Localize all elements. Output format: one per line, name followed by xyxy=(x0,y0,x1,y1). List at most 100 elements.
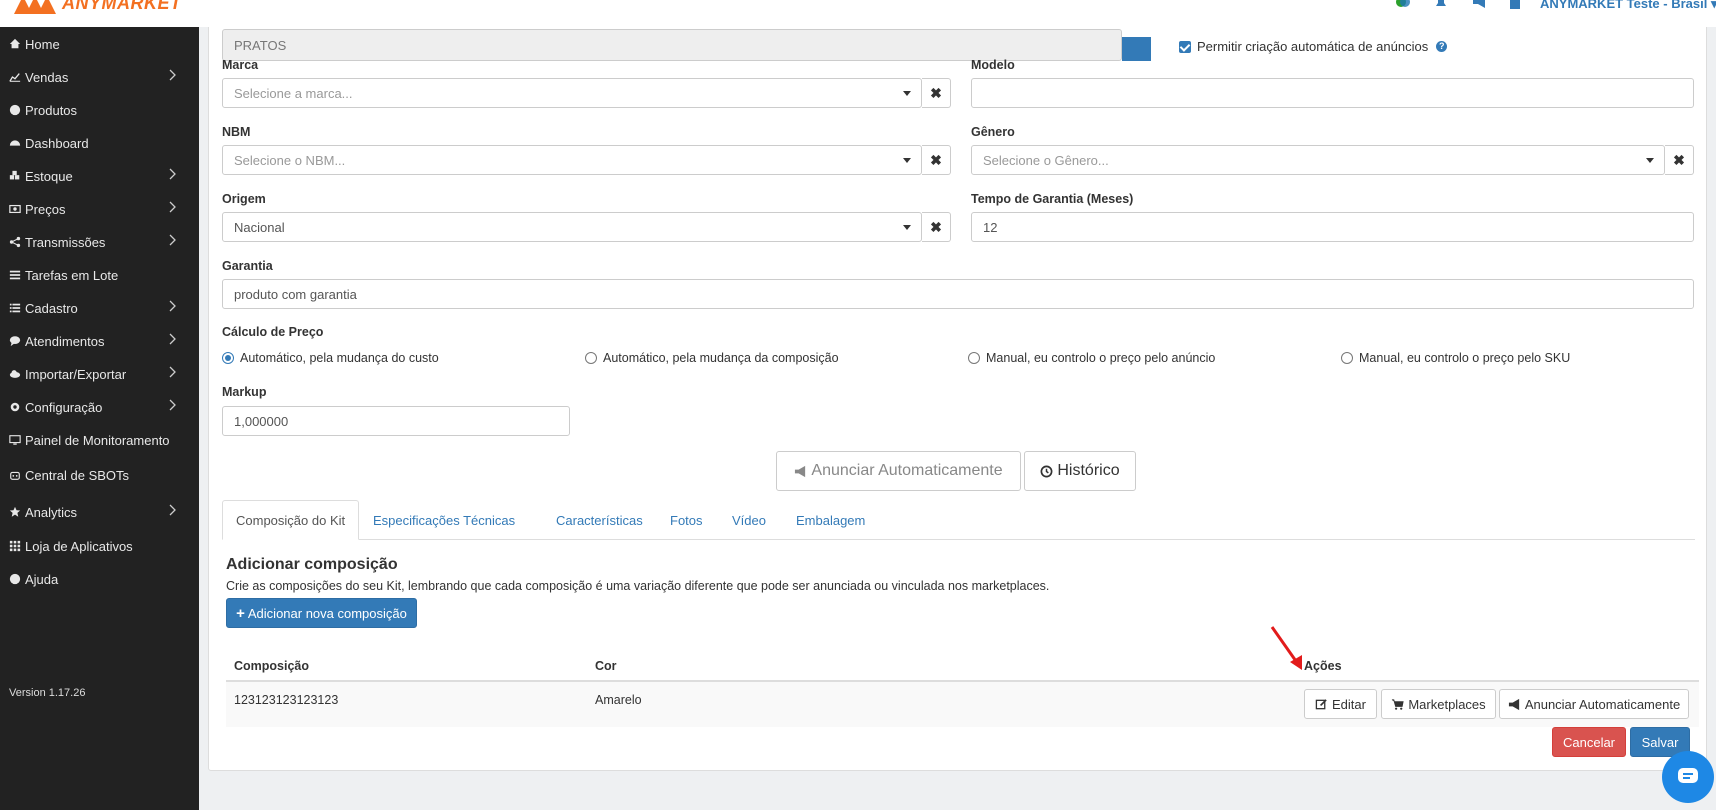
composicao-title: Adicionar composição xyxy=(226,556,398,573)
dashboard-icon xyxy=(9,140,21,146)
sidebar-item-label: Estoque xyxy=(25,168,73,184)
sidebar-item-estoque[interactable]: Estoque xyxy=(8,166,188,186)
star-icon xyxy=(9,506,21,517)
top-bar: ANYMARKET ANYMARKET Teste - Brasil ▾ xyxy=(0,0,1716,27)
anymarket-logo[interactable]: ANYMARKET xyxy=(14,0,182,14)
sidebar-item-produtos[interactable]: Produtos xyxy=(8,100,188,120)
salvar-label: Salvar xyxy=(1641,734,1679,750)
nbm-clear-button[interactable]: ✖ xyxy=(922,145,951,175)
sidebar-item-precos[interactable]: Preços xyxy=(8,199,188,219)
grid-icon xyxy=(9,540,21,552)
tab-caracteristicas[interactable]: Características xyxy=(556,500,643,540)
chevron-right-icon xyxy=(169,201,176,213)
genero-select[interactable]: Selecione o Gênero... xyxy=(971,145,1665,175)
sidebar-item-home[interactable]: Home xyxy=(8,34,188,54)
origem-clear-button[interactable]: ✖ xyxy=(922,212,951,242)
tab-especificacoes[interactable]: Especificações Técnicas xyxy=(373,500,515,540)
origem-select[interactable]: Nacional xyxy=(222,212,922,242)
radio-button[interactable] xyxy=(968,352,980,364)
sidebar-item-atendimentos[interactable]: Atendimentos xyxy=(8,331,188,351)
share-icon xyxy=(9,236,21,248)
sidebar-item-analytics[interactable]: Analytics xyxy=(8,502,188,522)
radio-button[interactable] xyxy=(1341,352,1353,364)
tab-embalagem[interactable]: Embalagem xyxy=(796,500,865,540)
radio-button[interactable] xyxy=(222,352,234,364)
calculo-preco-option-2[interactable]: Automático, pela mudança da composição xyxy=(585,351,839,365)
sidebar-item-vendas[interactable]: Vendas xyxy=(8,67,188,87)
genero-clear-button[interactable]: ✖ xyxy=(1665,145,1694,175)
cloud-icon xyxy=(9,370,21,378)
version-label: Version 1.17.26 xyxy=(9,687,86,699)
chevron-right-icon xyxy=(169,69,176,81)
sidebar-item-cadastro[interactable]: Cadastro xyxy=(8,298,188,318)
account-menu[interactable]: ANYMARKET Teste - Brasil ▾ xyxy=(1540,0,1716,12)
auto-ads-checkbox-row[interactable]: Permitir criação automática de anúncios … xyxy=(1179,39,1448,54)
calculo-preco-option-4[interactable]: Manual, eu controlo o preço pelo SKU xyxy=(1341,351,1570,365)
chart-line-icon xyxy=(9,73,21,82)
marca-clear-button[interactable]: ✖ xyxy=(922,78,951,108)
sidebar-item-central-de-sbots[interactable]: Central de SBOTs xyxy=(8,465,188,485)
sidebar-item-transmissoes[interactable]: Transmissões xyxy=(8,232,188,252)
category-field[interactable]: PRATOS xyxy=(222,29,1122,61)
editar-button[interactable]: Editar xyxy=(1304,689,1377,719)
sidebar-item-label: Cadastro xyxy=(25,300,78,316)
anunciar-label: Anunciar Automaticamente xyxy=(811,462,1003,479)
modelo-input[interactable] xyxy=(971,78,1694,108)
building-icon[interactable] xyxy=(1509,0,1525,10)
markup-input[interactable]: 1,000000 xyxy=(222,406,570,436)
cubes-icon xyxy=(9,170,20,180)
garantia-input[interactable]: produto com garantia xyxy=(222,279,1694,309)
tab-fotos[interactable]: Fotos xyxy=(670,500,703,540)
close-icon: ✖ xyxy=(930,151,942,168)
category-edit-button[interactable] xyxy=(1122,37,1151,61)
marketplaces-label: Marketplaces xyxy=(1408,696,1486,712)
origem-label: Origem xyxy=(222,192,266,206)
row-anunciar-button[interactable]: Anunciar Automaticamente xyxy=(1499,689,1689,719)
sidebar-item-loja-de-aplicativos[interactable]: Loja de Aplicativos xyxy=(8,536,188,556)
logo-text: ANYMARKET xyxy=(62,0,182,13)
chevron-right-icon xyxy=(169,300,176,312)
garantia-tempo-label: Tempo de Garantia (Meses) xyxy=(971,192,1134,206)
anunciar-automaticamente-button[interactable]: Anunciar Automaticamente xyxy=(776,451,1021,491)
sidebar-item-ajuda[interactable]: Ajuda xyxy=(8,569,188,589)
chat-button[interactable] xyxy=(1662,751,1714,803)
sidebar-item-label: Dashboard xyxy=(25,135,89,151)
sidebar-item-dashboard[interactable]: Dashboard xyxy=(8,133,188,153)
sidebar-item-painel-de-monitoramento[interactable]: Painel de Monitoramento xyxy=(8,430,188,450)
help-icon[interactable]: ? xyxy=(1436,41,1448,52)
sidebar-item-label: Ajuda xyxy=(25,571,59,587)
question-icon xyxy=(9,573,21,585)
tab-video[interactable]: Vídeo xyxy=(732,500,766,540)
nbm-placeholder: Selecione o NBM... xyxy=(234,152,346,168)
sidebar-item-tarefas-em-lote[interactable]: Tarefas em Lote xyxy=(8,265,188,285)
auto-ads-checkbox[interactable] xyxy=(1179,40,1191,53)
apps-icon[interactable] xyxy=(1395,0,1411,10)
sidebar-item-label: Importar/Exportar xyxy=(25,366,127,382)
close-icon: ✖ xyxy=(1673,151,1685,168)
sidebar-item-importar-exportar[interactable]: Importar/Exportar xyxy=(8,364,188,384)
cancelar-button[interactable]: Cancelar xyxy=(1552,727,1626,757)
calculo-preco-option-3[interactable]: Manual, eu controlo o preço pelo anúncio xyxy=(968,351,1215,365)
chevron-down-icon xyxy=(1646,158,1654,163)
marketplaces-button[interactable]: Marketplaces xyxy=(1381,689,1496,719)
cart-icon xyxy=(1392,698,1404,710)
sidebar-item-configuracao[interactable]: Configuração xyxy=(8,397,188,417)
radio-label: Automático, pela mudança da composição xyxy=(603,351,839,365)
calculo-preco-option-1[interactable]: Automático, pela mudança do custo xyxy=(222,351,439,365)
marca-label: Marca xyxy=(222,58,259,72)
radio-label: Automático, pela mudança do custo xyxy=(240,351,439,365)
nbm-select[interactable]: Selecione o NBM... xyxy=(222,145,922,175)
close-icon: ✖ xyxy=(930,218,942,235)
add-composicao-button[interactable]: + Adicionar nova composição xyxy=(226,598,417,628)
historico-button[interactable]: Histórico xyxy=(1024,451,1136,491)
comment-icon xyxy=(9,336,21,347)
marca-select[interactable]: Selecione a marca... xyxy=(222,78,922,108)
logo-mark-icon xyxy=(14,0,58,14)
cancelar-label: Cancelar xyxy=(1562,734,1616,750)
garantia-tempo-input[interactable]: 12 xyxy=(971,212,1694,242)
megaphone-icon[interactable] xyxy=(1471,0,1487,10)
radio-button[interactable] xyxy=(585,352,597,364)
tab-composicao-kit[interactable]: Composição do Kit xyxy=(222,500,360,540)
monitor-icon xyxy=(9,435,21,445)
bell-icon[interactable] xyxy=(1433,0,1449,10)
